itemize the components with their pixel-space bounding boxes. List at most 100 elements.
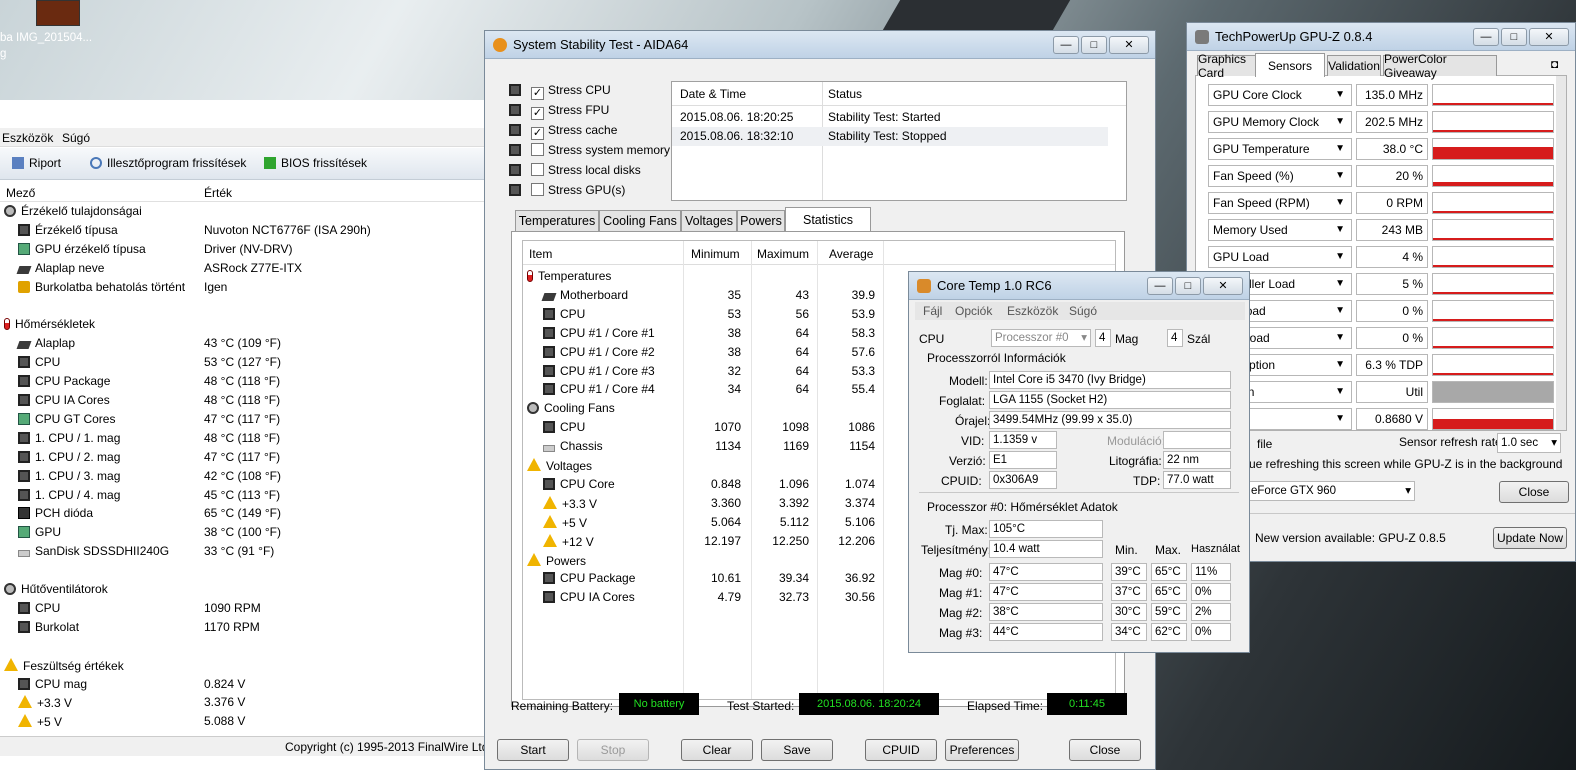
checkbox[interactable]: ✓ (531, 127, 544, 140)
list-item[interactable]: GPU érzékelő típusa (18, 242, 146, 256)
list-item[interactable]: PCH dióda (18, 506, 93, 520)
list-item[interactable]: CPU mag (18, 677, 87, 691)
list-item[interactable]: Alaplap (16, 336, 75, 350)
stress-option[interactable]: Stress system memory (531, 143, 670, 157)
sensors-scrollbar[interactable] (1556, 76, 1566, 430)
desktop-image-icon[interactable] (36, 0, 80, 26)
table-row[interactable]: Chassis (543, 439, 603, 453)
sensor-name[interactable]: GPU Memory Clock ▼ (1208, 111, 1352, 133)
bios-update-button[interactable]: BIOS frissítések (264, 156, 367, 170)
list-item[interactable]: CPU (18, 355, 60, 369)
update-now-button[interactable]: Update Now (1493, 527, 1567, 549)
column-item[interactable]: Item (529, 247, 552, 261)
list-item[interactable]: 1. CPU / 2. mag (18, 450, 120, 464)
sensor-name[interactable]: Fan Speed (RPM) ▼ (1208, 192, 1352, 214)
close-button[interactable]: Close (1069, 739, 1141, 761)
list-item[interactable]: CPU GT Cores (18, 412, 115, 426)
stats-group[interactable]: Voltages (527, 458, 592, 473)
sensor-name[interactable]: Memory Used ▼ (1208, 219, 1352, 241)
list-item[interactable]: CPU IA Cores (18, 393, 110, 407)
table-row[interactable]: CPU (543, 307, 585, 321)
list-item[interactable]: Feszültség értékek (4, 657, 124, 673)
menu-help[interactable]: Súgó (1069, 304, 1097, 318)
coretemp-minimize-button[interactable]: — (1147, 276, 1173, 295)
list-item[interactable]: CPU Package (18, 374, 110, 388)
stop-button[interactable]: Stop (577, 739, 649, 761)
table-row[interactable]: CPU (543, 420, 585, 434)
minimize-button[interactable]: — (1053, 35, 1079, 54)
table-row[interactable]: Motherboard (541, 288, 628, 302)
list-item[interactable]: +3.3 V (18, 695, 72, 710)
preferences-button[interactable]: Preferences (945, 739, 1019, 761)
tab-powercolor-giveaway[interactable]: PowerColor Giveaway (1383, 52, 1497, 80)
maximize-button[interactable]: □ (1081, 35, 1107, 54)
driver-update-button[interactable]: Illesztőprogram frissítések (90, 156, 246, 170)
list-item[interactable]: GPU (18, 525, 61, 539)
clear-button[interactable]: Clear (681, 739, 753, 761)
list-item[interactable]: SanDisk SDSSDHII240G (18, 544, 169, 558)
gpuz-maximize-button[interactable]: □ (1501, 27, 1527, 46)
stress-option[interactable]: Stress local disks (531, 163, 641, 177)
column-value[interactable]: Érték (204, 186, 232, 200)
tab-voltages[interactable]: Voltages (681, 210, 737, 231)
desktop-icon-label[interactable]: ba IMG_201504... (0, 32, 92, 44)
tab-validation[interactable]: Validation (1327, 55, 1381, 76)
menu-tools[interactable]: Eszközök (2, 131, 53, 145)
column-average[interactable]: Average (829, 247, 873, 261)
tab-powers[interactable]: Powers (737, 210, 785, 231)
sensor-name[interactable]: GPU Load ▼ (1208, 246, 1352, 268)
checkbox[interactable] (531, 163, 544, 176)
stats-group[interactable]: Powers (527, 552, 586, 568)
stress-option[interactable]: ✓ Stress CPU (531, 83, 611, 100)
tab-sensors[interactable]: Sensors (1255, 53, 1325, 77)
tab-graphics-card[interactable]: Graphics Card (1197, 52, 1257, 80)
gpu-select[interactable]: eForce GTX 960 ▾ (1247, 481, 1415, 501)
checkbox[interactable] (531, 143, 544, 156)
stability-titlebar[interactable]: System Stability Test - AIDA64 — □ ✕ (485, 31, 1155, 59)
list-item[interactable]: Burkolatba behatolás történt (18, 280, 185, 294)
menu-options[interactable]: Opciók (955, 304, 992, 318)
save-button[interactable]: Save (761, 739, 833, 761)
start-button[interactable]: Start (497, 739, 569, 761)
report-button[interactable]: Riport (12, 156, 61, 170)
column-maximum[interactable]: Maximum (757, 247, 809, 261)
table-row[interactable]: CPU #1 / Core #2 (543, 345, 655, 359)
processor-select[interactable]: Processzor #0 ▾ (991, 329, 1091, 347)
close-window-button[interactable]: ✕ (1109, 35, 1149, 54)
list-item[interactable]: +5 V (18, 714, 62, 729)
gpuz-minimize-button[interactable]: — (1473, 27, 1499, 46)
coretemp-close-button[interactable]: ✕ (1203, 276, 1243, 295)
checkbox[interactable] (531, 183, 544, 196)
list-item[interactable]: Alaplap neve (16, 261, 104, 275)
stress-option[interactable]: Stress GPU(s) (531, 183, 625, 197)
list-item[interactable]: Hőmérsékletek (4, 317, 95, 331)
coretemp-maximize-button[interactable]: □ (1175, 276, 1201, 295)
checkbox[interactable]: ✓ (531, 87, 544, 100)
coretemp-titlebar[interactable]: Core Temp 1.0 RC6 — □ ✕ (909, 272, 1249, 300)
list-item[interactable]: Érzékelő tulajdonságai (4, 204, 142, 218)
stats-group[interactable]: Temperatures (527, 269, 611, 283)
list-item[interactable]: 1. CPU / 1. mag (18, 431, 120, 445)
tab-temperatures[interactable]: Temperatures (515, 210, 599, 231)
cpuid-button[interactable]: CPUID (865, 739, 937, 761)
table-row[interactable]: CPU Core (543, 477, 615, 491)
list-item[interactable]: 1. CPU / 4. mag (18, 488, 120, 502)
gpuz-close-button[interactable]: Close (1499, 481, 1569, 503)
menu-tools[interactable]: Eszközök (1007, 304, 1058, 318)
column-field[interactable]: Mező (6, 186, 35, 200)
list-item[interactable]: Burkolat (18, 620, 79, 634)
refresh-rate-select[interactable]: 1.0 sec ▾ (1497, 433, 1561, 453)
table-row[interactable]: +3.3 V (543, 495, 597, 511)
list-item[interactable]: Érzékelő típusa (18, 223, 118, 237)
column-minimum[interactable]: Minimum (691, 247, 740, 261)
gpuz-close-window-button[interactable]: ✕ (1529, 27, 1569, 46)
gpuz-titlebar[interactable]: TechPowerUp GPU-Z 0.8.4 — □ ✕ (1187, 23, 1575, 51)
table-row[interactable]: CPU #1 / Core #4 (543, 382, 655, 396)
menu-help[interactable]: Súgó (62, 131, 90, 145)
list-item[interactable]: 1. CPU / 3. mag (18, 469, 120, 483)
stats-group[interactable]: Cooling Fans (527, 401, 615, 415)
camera-icon[interactable]: ◘ (1551, 57, 1558, 71)
tab-statistics[interactable]: Statistics (785, 207, 871, 231)
tab-cooling-fans[interactable]: Cooling Fans (599, 210, 681, 231)
checkbox[interactable]: ✓ (531, 107, 544, 120)
